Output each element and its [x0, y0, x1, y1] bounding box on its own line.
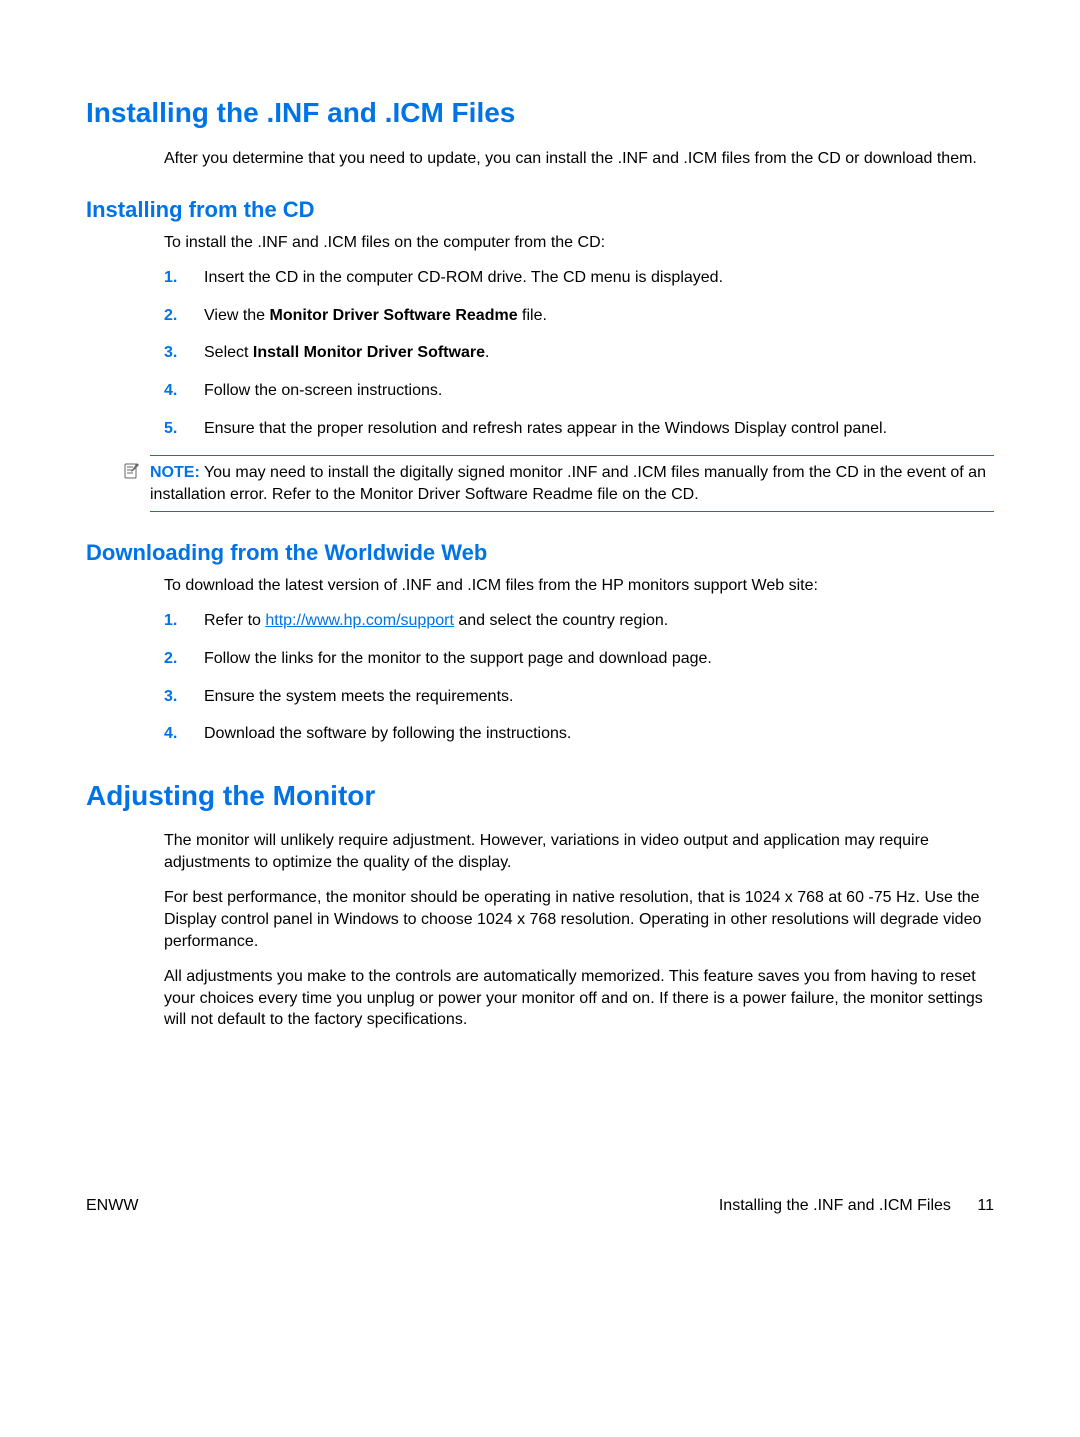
intro-paragraph-block: After you determine that you need to upd…	[164, 148, 994, 170]
page-footer: ENWW Installing the .INF and .ICM Files …	[86, 1197, 994, 1215]
step-text-pre: Refer to	[204, 612, 265, 629]
note-box: NOTE: You may need to install the digita…	[150, 455, 994, 512]
document-page: Installing the .INF and .ICM Files After…	[0, 0, 1080, 1437]
web-intro-text: To download the latest version of .INF a…	[164, 575, 994, 597]
note-label: NOTE:	[150, 464, 200, 481]
adjusting-section-block: The monitor will unlikely require adjust…	[164, 830, 994, 1031]
step-text-bold: Monitor Driver Software Readme	[270, 307, 518, 324]
step-number: 3.	[164, 686, 177, 708]
adjusting-p2: For best performance, the monitor should…	[164, 887, 994, 952]
step-text: Insert the CD in the computer CD-ROM dri…	[204, 269, 723, 286]
list-item: 4. Follow the on-screen instructions.	[164, 380, 994, 402]
step-number: 3.	[164, 342, 177, 364]
step-text-pre: View the	[204, 307, 270, 324]
heading-installing-files: Installing the .INF and .ICM Files	[86, 96, 994, 130]
cd-intro-text: To install the .INF and .ICM files on th…	[164, 232, 994, 254]
step-text-bold: Install Monitor Driver Software	[253, 344, 485, 361]
list-item: 1. Refer to http://www.hp.com/support an…	[164, 610, 994, 632]
step-number: 2.	[164, 305, 177, 327]
step-number: 1.	[164, 610, 177, 632]
list-item: 5. Ensure that the proper resolution and…	[164, 418, 994, 440]
step-text: Follow the on-screen instructions.	[204, 382, 442, 399]
footer-left: ENWW	[86, 1197, 138, 1215]
cd-section-block: To install the .INF and .ICM files on th…	[164, 232, 994, 440]
list-item: 3. Ensure the system meets the requireme…	[164, 686, 994, 708]
step-text: Ensure the system meets the requirements…	[204, 688, 513, 705]
page-number: 11	[977, 1197, 994, 1214]
web-steps-list: 1. Refer to http://www.hp.com/support an…	[164, 610, 994, 744]
list-item: 1. Insert the CD in the computer CD-ROM …	[164, 267, 994, 289]
heading-downloading-web: Downloading from the Worldwide Web	[86, 540, 994, 566]
cd-steps-list: 1. Insert the CD in the computer CD-ROM …	[164, 267, 994, 439]
step-text: Ensure that the proper resolution and re…	[204, 420, 887, 437]
step-text-pre: Select	[204, 344, 253, 361]
heading-installing-from-cd: Installing from the CD	[86, 197, 994, 223]
step-number: 1.	[164, 267, 177, 289]
adjusting-p3: All adjustments you make to the controls…	[164, 966, 994, 1031]
support-link[interactable]: http://www.hp.com/support	[265, 612, 454, 629]
step-text-post: .	[485, 344, 489, 361]
step-number: 5.	[164, 418, 177, 440]
step-text: Follow the links for the monitor to the …	[204, 650, 712, 667]
step-text: Download the software by following the i…	[204, 725, 571, 742]
note-body: You may need to install the digitally si…	[150, 464, 986, 503]
step-text-post: and select the country region.	[454, 612, 668, 629]
list-item: 4. Download the software by following th…	[164, 723, 994, 745]
note-icon	[124, 462, 140, 484]
list-item: 2. Follow the links for the monitor to t…	[164, 648, 994, 670]
footer-right: Installing the .INF and .ICM Files 11	[719, 1197, 994, 1215]
step-text-post: file.	[518, 307, 547, 324]
list-item: 2. View the Monitor Driver Software Read…	[164, 305, 994, 327]
adjusting-p1: The monitor will unlikely require adjust…	[164, 830, 994, 873]
footer-section-title: Installing the .INF and .ICM Files	[719, 1197, 951, 1214]
intro-text: After you determine that you need to upd…	[164, 148, 994, 170]
step-number: 4.	[164, 380, 177, 402]
step-number: 2.	[164, 648, 177, 670]
note-container: NOTE: You may need to install the digita…	[150, 455, 994, 512]
step-number: 4.	[164, 723, 177, 745]
note-text: NOTE: You may need to install the digita…	[150, 462, 994, 505]
list-item: 3. Select Install Monitor Driver Softwar…	[164, 342, 994, 364]
web-section-block: To download the latest version of .INF a…	[164, 575, 994, 745]
heading-adjusting-monitor: Adjusting the Monitor	[86, 779, 994, 813]
